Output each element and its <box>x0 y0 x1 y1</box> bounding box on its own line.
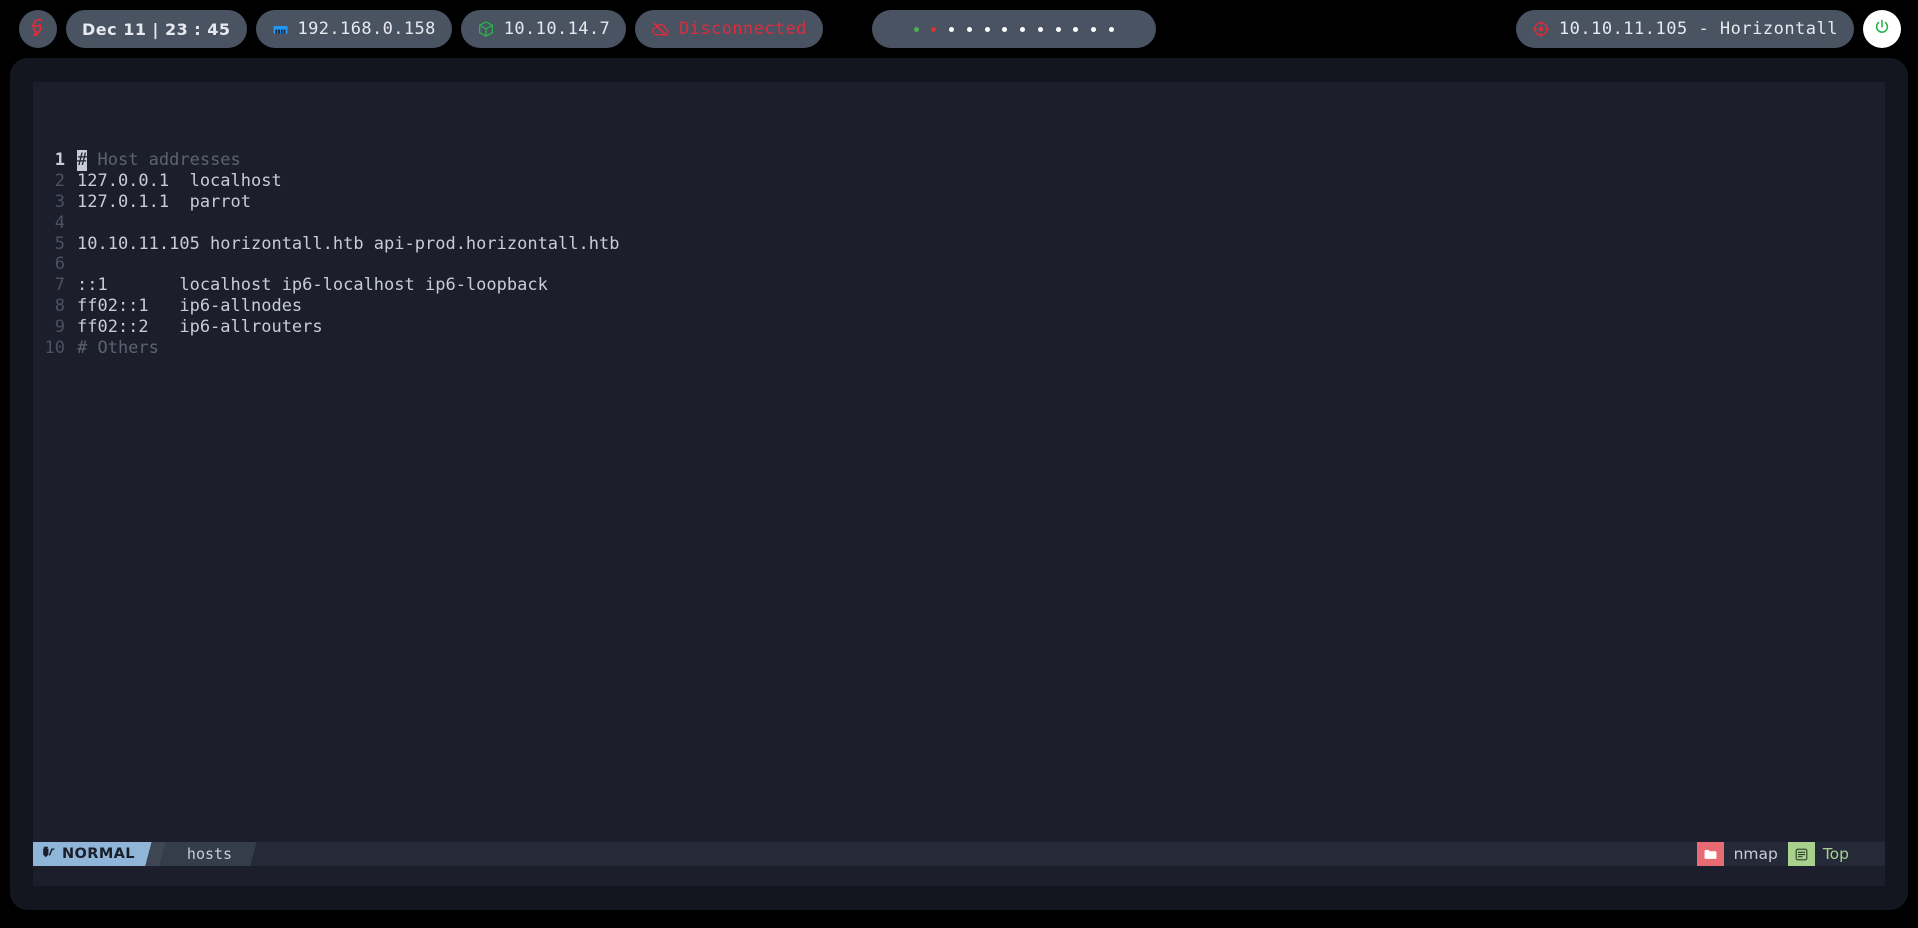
filename-label: hosts <box>186 845 233 863</box>
vpn-address-label: 10.10.14.7 <box>503 19 611 39</box>
crosshair-icon <box>1532 20 1550 38</box>
ethernet-icon <box>272 21 289 38</box>
line-number: 6 <box>54 254 65 275</box>
workspace-dot-10[interactable] <box>1073 26 1079 32</box>
workspace-dot-11[interactable] <box>1090 26 1096 32</box>
cube-icon <box>477 20 495 38</box>
statusbar-separator-3 <box>248 842 263 866</box>
statusbar-end-pad <box>1859 842 1885 866</box>
code-line[interactable]: 1 # Host addresses <box>33 150 1885 172</box>
terminal-window: 1 # Host addresses 2 127.0.0.1 localhost 3 12… <box>10 58 1908 910</box>
code-line[interactable]: 6 <box>33 254 1885 275</box>
clock-pill[interactable]: Dec 11 | 23 : 45 <box>66 10 247 48</box>
scroll-position-label: Top <box>1822 845 1849 863</box>
parrot-logo-button[interactable] <box>19 10 57 48</box>
line-number: 4 <box>54 212 65 233</box>
line-text: # Others <box>77 337 159 358</box>
line-text: ff02::2 ip6-allrouters <box>77 316 323 337</box>
statusbar-separator-1 <box>142 842 157 866</box>
workspace-dot-6[interactable] <box>1002 26 1008 32</box>
directory-label-wrap: nmap <box>1723 842 1788 866</box>
topbar: Dec 11 | 23 : 45 192.168.0.158 10.10.14.… <box>0 0 1918 58</box>
filename-indicator: hosts <box>170 842 249 866</box>
statusbar-right-group: nmap Top <box>1696 842 1885 866</box>
workspace-dot-12[interactable] <box>1108 26 1114 32</box>
vim-logo-icon <box>42 845 56 863</box>
power-button[interactable] <box>1863 10 1901 48</box>
text-cursor: # <box>77 150 88 172</box>
topbar-right-group: 10.10.11.105 - Horizontall <box>1515 10 1901 48</box>
code-line[interactable]: 3 127.0.1.1 parrot <box>33 192 1885 213</box>
workspace-dot-2[interactable] <box>931 26 937 32</box>
code-line[interactable]: 7::1 localhost ip6-localhost ip6-loopbac… <box>33 275 1885 296</box>
line-text: 127.0.0.1 localhost <box>77 171 282 192</box>
cloud-off-icon <box>651 20 670 39</box>
code-line[interactable]: 5 10.10.11.105 horizontall.htb api-prod.h… <box>33 234 1885 255</box>
code-area[interactable]: 1 # Host addresses 2 127.0.0.1 localhost 3 12… <box>33 88 1885 358</box>
connection-status-pill[interactable]: Disconnected <box>635 10 823 48</box>
line-number: 2 <box>54 171 65 192</box>
workspace-dot-9[interactable] <box>1055 26 1061 32</box>
code-line[interactable]: 2 127.0.0.1 localhost <box>33 171 1885 192</box>
workspace-dot-1[interactable] <box>913 26 919 32</box>
lines-icon <box>1787 842 1815 866</box>
target-host-pill[interactable]: 10.10.11.105 - Horizontall <box>1515 10 1854 48</box>
line-text: ::1 localhost ip6-localhost ip6-loopback <box>77 275 548 296</box>
vim-status-bar: NORMAL hosts nmap Top <box>33 842 1885 866</box>
editor-mode-indicator: NORMAL <box>33 842 143 866</box>
lan-address-label: 192.168.0.158 <box>297 19 436 39</box>
text-editor[interactable]: 1 # Host addresses 2 127.0.0.1 localhost 3 12… <box>33 82 1885 866</box>
code-line[interactable]: 4 <box>33 213 1885 234</box>
line-number: 5 <box>54 233 65 254</box>
workspace-dot-7[interactable] <box>1020 26 1026 32</box>
power-icon <box>1873 18 1891 40</box>
lan-address-pill[interactable]: 192.168.0.158 <box>255 10 452 48</box>
workspace-dot-8[interactable] <box>1037 26 1043 32</box>
line-number: 9 <box>54 316 65 337</box>
statusbar-separator-2 <box>156 842 171 866</box>
parrot-logo-icon <box>28 17 48 42</box>
code-line[interactable]: 9 ff02::2 ip6-allrouters <box>33 317 1885 338</box>
folder-icon <box>1696 842 1724 866</box>
line-number: 7 <box>54 275 65 296</box>
line-number: 10 <box>44 337 65 358</box>
code-line[interactable]: 10 # Others <box>33 338 1885 359</box>
workspace-dot-3[interactable] <box>949 26 955 32</box>
line-number: 1 <box>54 150 65 171</box>
editor-mode-label: NORMAL <box>62 846 135 862</box>
workspace-dot-4[interactable] <box>966 26 972 32</box>
line-number: 8 <box>54 295 65 316</box>
line-text: # Host addresses <box>77 150 241 172</box>
clock-label: Dec 11 | 23 : 45 <box>82 19 231 39</box>
target-host-label: 10.10.11.105 - Horizontall <box>1558 19 1838 39</box>
workspace-indicator[interactable] <box>871 10 1156 48</box>
line-text: 127.0.1.1 parrot <box>77 191 251 212</box>
topbar-left-group: Dec 11 | 23 : 45 192.168.0.158 10.10.14.… <box>19 10 1156 48</box>
directory-label: nmap <box>1733 845 1778 863</box>
line-text: 10.10.11.105 horizontall.htb api-prod.ho… <box>77 233 620 254</box>
line-text: ff02::1 ip6-allnodes <box>77 295 303 316</box>
code-line[interactable]: 8 ff02::1 ip6-allnodes <box>33 296 1885 317</box>
workspace-dot-5[interactable] <box>984 26 990 32</box>
scroll-position-wrap: Top <box>1814 842 1859 866</box>
statusbar-spacer <box>262 842 1697 866</box>
vim-command-line[interactable] <box>33 866 1885 886</box>
connection-status-label: Disconnected <box>679 19 807 39</box>
line-number: 3 <box>54 191 65 212</box>
vpn-address-pill[interactable]: 10.10.14.7 <box>460 10 627 48</box>
